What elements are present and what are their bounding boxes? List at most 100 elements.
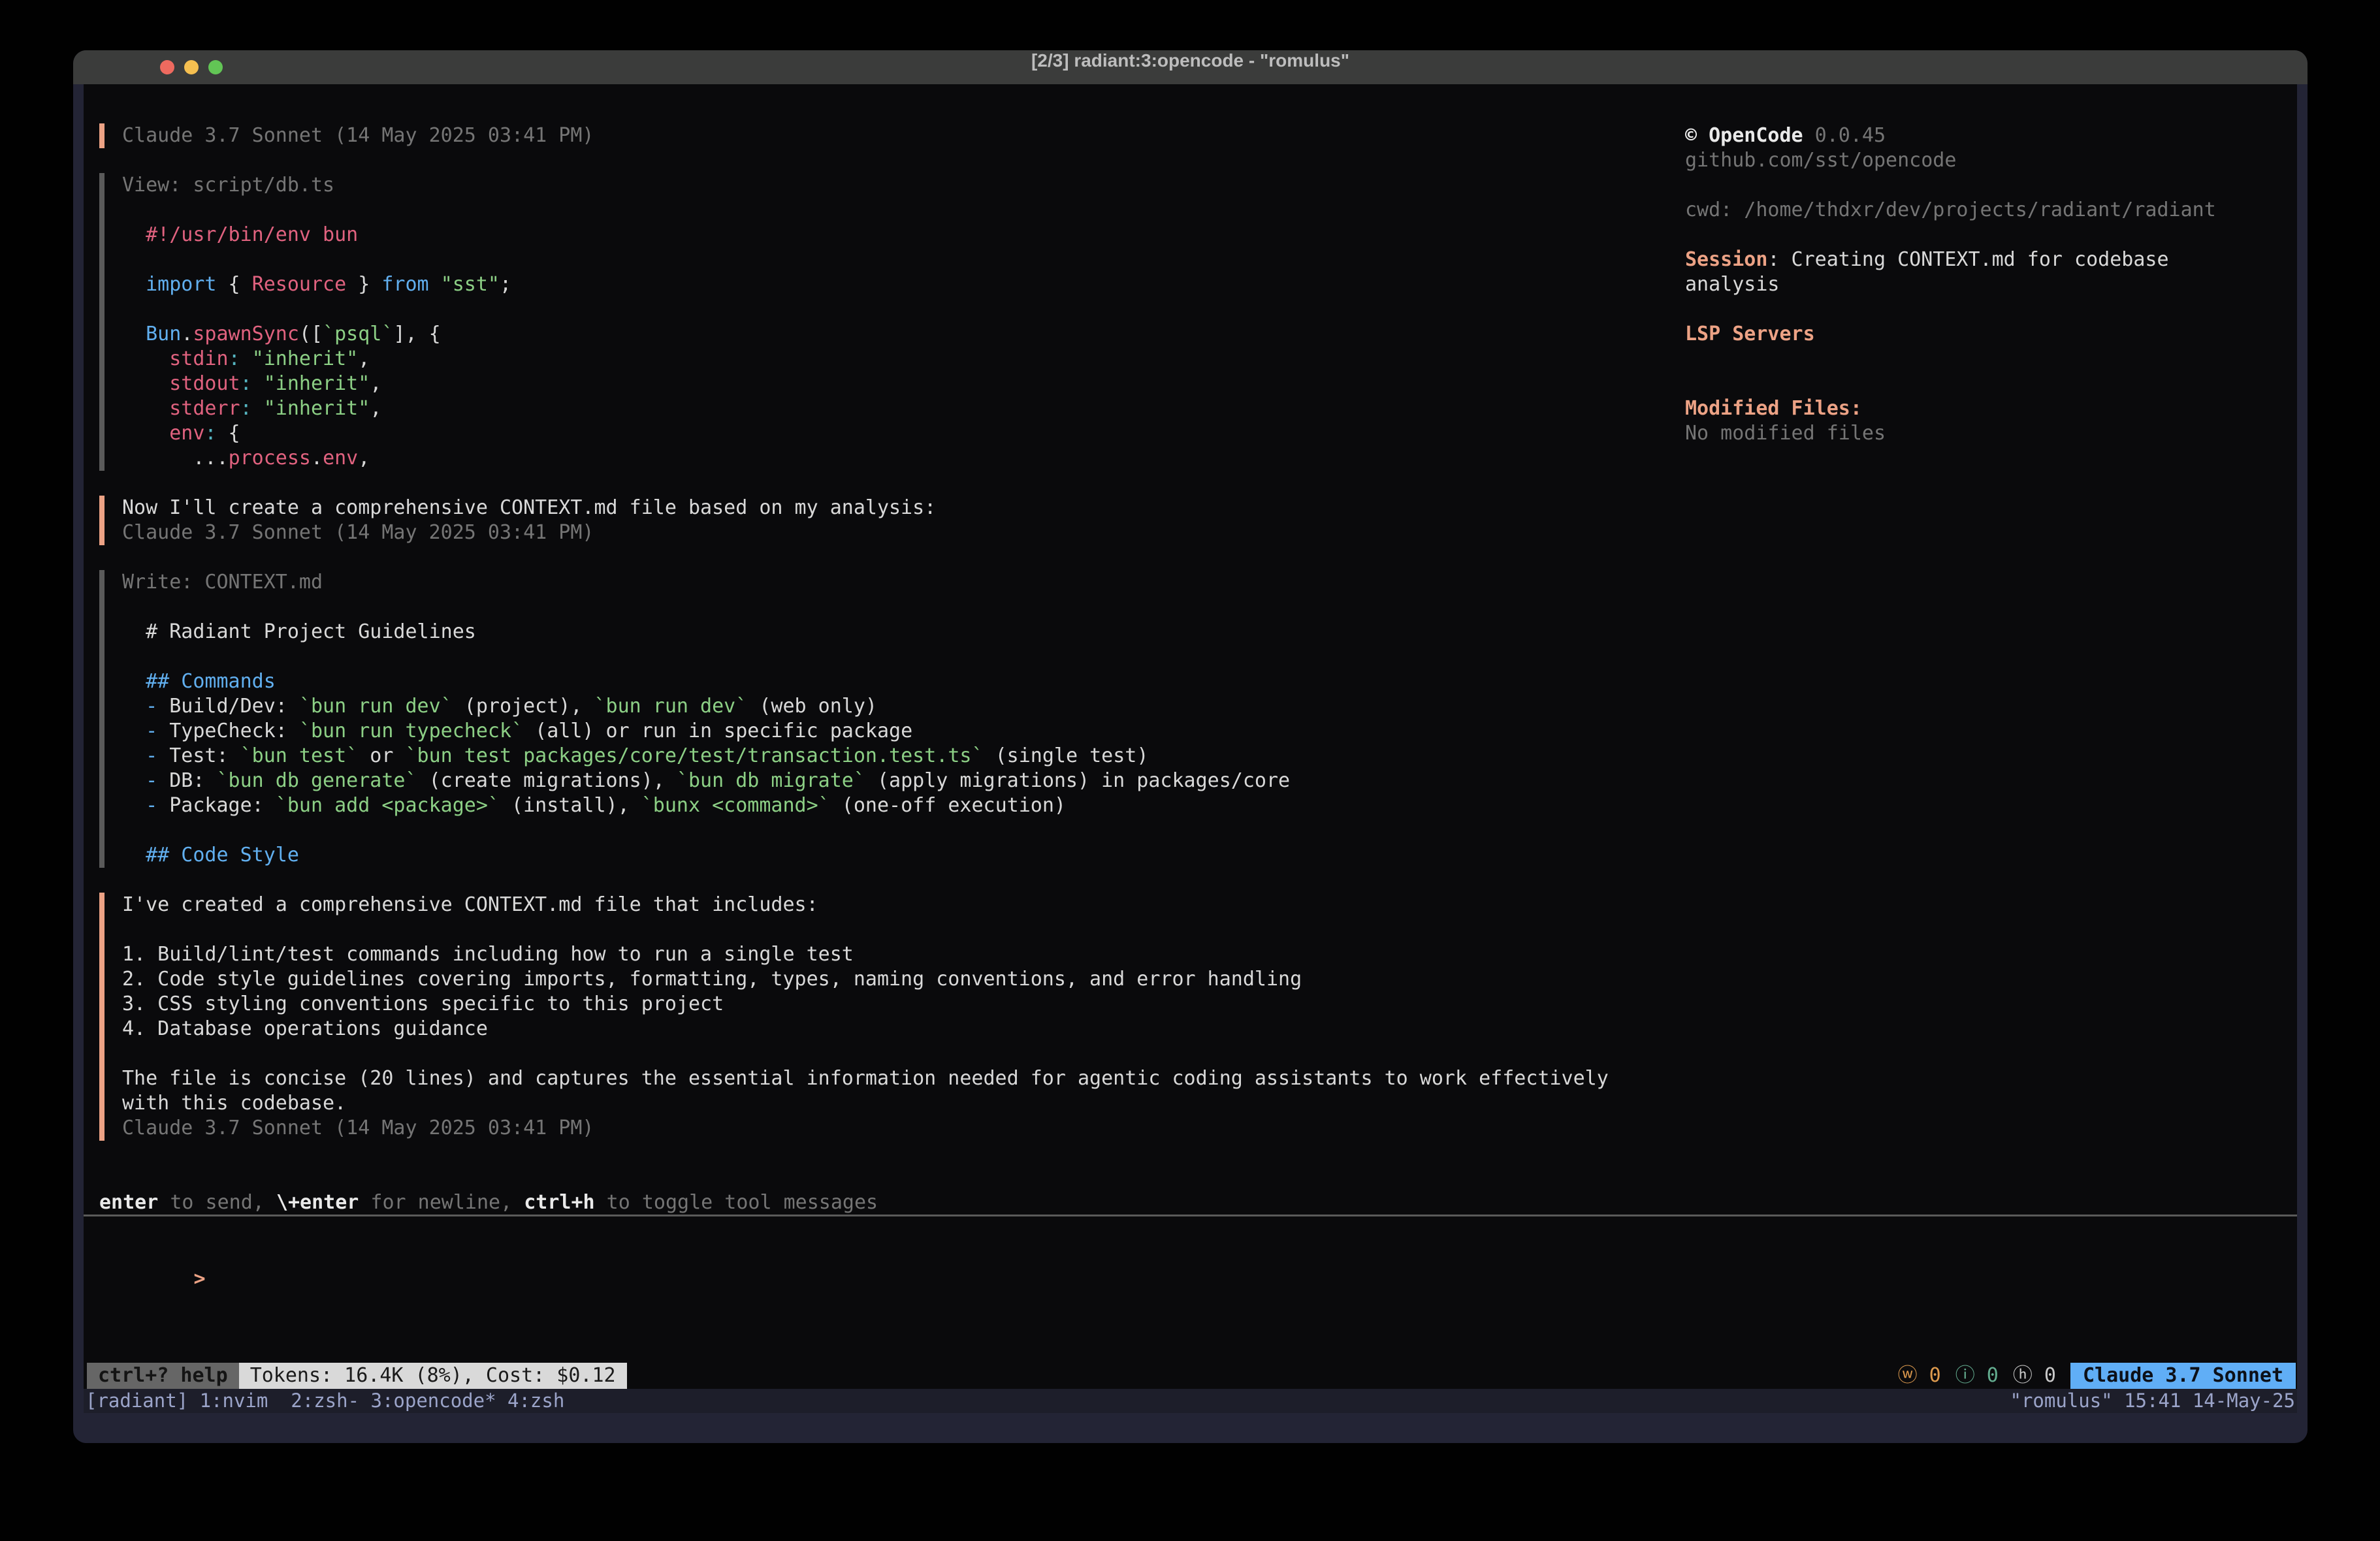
text-segment: "sst" [441, 273, 500, 296]
help-shortcut-badge: ctrl+? help [87, 1363, 239, 1389]
text-segment: stdout [169, 372, 240, 395]
text-line: with this codebase. [122, 1091, 1621, 1116]
text-segment [122, 273, 146, 296]
text-line: Now I'll create a comprehensive CONTEXT.… [122, 496, 1621, 520]
text-segment: Claude 3.7 Sonnet (14 May 2025 03:41 PM) [122, 521, 594, 544]
text-segment: `bun db migrate` [677, 769, 865, 792]
text-segment: `psql` [323, 323, 393, 345]
text-segment: `bun run typecheck` [299, 720, 523, 742]
text-segment: spawnSync [193, 323, 299, 345]
prompt-symbol: > [194, 1267, 206, 1290]
text-line: - Package: `bun add <package>` (install)… [122, 793, 1621, 818]
text-segment: with this codebase. [122, 1092, 346, 1115]
input-line[interactable]: > [99, 1242, 1621, 1316]
text-line: View: script/db.ts [122, 173, 1621, 198]
text-segment: No modified files [1685, 422, 1886, 445]
text-line: Modified Files: [1685, 396, 2292, 421]
opencode-statusbar: ctrl+? help Tokens: 16.4K (8%), Cost: $0… [84, 1363, 2297, 1389]
text-segment: `bunx <command>` [641, 794, 830, 817]
model-badge: Claude 3.7 Sonnet [2070, 1363, 2296, 1389]
tool-view-block: View: script/db.ts #!/usr/bin/env bun im… [99, 173, 1621, 471]
text-line [1685, 297, 2292, 322]
text-segment: ; [500, 273, 511, 296]
text-segment: - [146, 720, 157, 742]
text-segment: ## Commands [122, 670, 276, 693]
text-line: - Build/Dev: `bun run dev` (project), `b… [122, 694, 1621, 719]
assistant-message: Now I'll create a comprehensive CONTEXT.… [99, 496, 1621, 545]
input-separator [84, 1215, 2297, 1216]
text-line: stderr: "inherit", [122, 396, 1621, 421]
text-segment: } [346, 273, 381, 296]
text-segment: Session [1685, 248, 1767, 271]
text-segment: TypeCheck: [157, 720, 299, 742]
text-line [122, 198, 1621, 223]
text-line: Write: CONTEXT.md [122, 570, 1621, 595]
warning-counter: ⓦ 0 [1898, 1363, 1941, 1389]
text-segment [122, 744, 146, 767]
text-line: No modified files [1685, 421, 2292, 446]
text-segment [240, 347, 252, 370]
text-segment: import [146, 273, 216, 296]
text-segment: or [358, 744, 405, 767]
text-line [122, 247, 1621, 272]
text-segment: © OpenCode [1685, 124, 1803, 147]
text-segment: `bun add <package>` [276, 794, 500, 817]
text-segment: env [323, 447, 358, 469]
diagnostic-counters: ⓦ 0 ⓘ 0 ⓗ 0 [1898, 1363, 2070, 1389]
text-segment: LSP Servers [1685, 323, 1815, 345]
text-segment: process [229, 447, 311, 469]
text-segment: 3. CSS styling conventions specific to t… [122, 993, 724, 1015]
text-line [1685, 372, 2292, 396]
terminal-window: [2/3] radiant:3:opencode - "romulus" Cla… [73, 50, 2308, 1443]
text-segment: (all) or run in specific package [523, 720, 912, 742]
text-segment: `bun test` [240, 744, 359, 767]
text-segment: enter [99, 1191, 158, 1214]
text-segment [122, 720, 146, 742]
text-segment: stderr [169, 397, 240, 420]
text-segment: , [370, 397, 381, 420]
warning-icon: ⓦ [1898, 1364, 1918, 1387]
text-line: #!/usr/bin/env bun [122, 223, 1621, 247]
tokens-cost-badge: Tokens: 16.4K (8%), Cost: $0.12 [239, 1363, 627, 1389]
text-segment [122, 323, 146, 345]
text-segment: Resource [252, 273, 347, 296]
text-segment: Build/Dev: [157, 695, 299, 718]
text-segment: : [240, 397, 252, 420]
text-segment: (web only) [747, 695, 877, 718]
text-segment: DB: [157, 769, 216, 792]
text-segment: "inherit" [264, 372, 370, 395]
text-segment: Bun [146, 323, 181, 345]
text-segment: `bun run dev` [594, 695, 748, 718]
text-line: Bun.spawnSync([`psql`], { [122, 322, 1621, 347]
text-line: - TypeCheck: `bun run typecheck` (all) o… [122, 719, 1621, 744]
text-segment: to toggle tool messages [595, 1191, 878, 1214]
text-line: - Test: `bun test` or `bun test packages… [122, 744, 1621, 769]
text-segment: ## Code Style [122, 844, 299, 866]
text-segment: View: script/db.ts [122, 174, 334, 197]
text-segment: \+enter [276, 1191, 359, 1214]
text-line [1685, 347, 2292, 372]
text-line: Session: Creating CONTEXT.md for codebas… [1685, 247, 2292, 272]
text-segment: (one-off execution) [830, 794, 1066, 817]
hint-count: 0 [2044, 1364, 2056, 1387]
sidebar-panel: © OpenCode 0.0.45github.com/sst/opencode… [1685, 123, 2292, 446]
text-segment: : [229, 347, 240, 370]
text-segment: `bun run dev` [299, 695, 453, 718]
tool-write-block: Write: CONTEXT.md # Radiant Project Guid… [99, 570, 1621, 868]
text-line [122, 595, 1621, 620]
text-segment: The file is concise (20 lines) and captu… [122, 1067, 1609, 1090]
text-line: analysis [1685, 272, 2292, 297]
text-segment: Claude 3.7 Sonnet (14 May 2025 03:41 PM) [122, 124, 594, 147]
text-line: © OpenCode 0.0.45 [1685, 123, 2292, 148]
info-icon: ⓘ [1955, 1364, 1975, 1387]
text-segment: #!/usr/bin/env bun [122, 223, 358, 246]
text-segment [252, 397, 264, 420]
warning-count: 0 [1929, 1364, 1941, 1387]
text-segment: github.com/sst/opencode [1685, 149, 1956, 172]
text-segment: 4. Database operations guidance [122, 1017, 488, 1040]
text-segment: I've created a comprehensive CONTEXT.md … [122, 893, 818, 916]
text-segment: (single test) [984, 744, 1149, 767]
text-line: cwd: /home/thdxr/dev/projects/radiant/ra… [1685, 198, 2292, 223]
text-line: github.com/sst/opencode [1685, 148, 2292, 173]
text-line: Claude 3.7 Sonnet (14 May 2025 03:41 PM) [122, 123, 1621, 148]
